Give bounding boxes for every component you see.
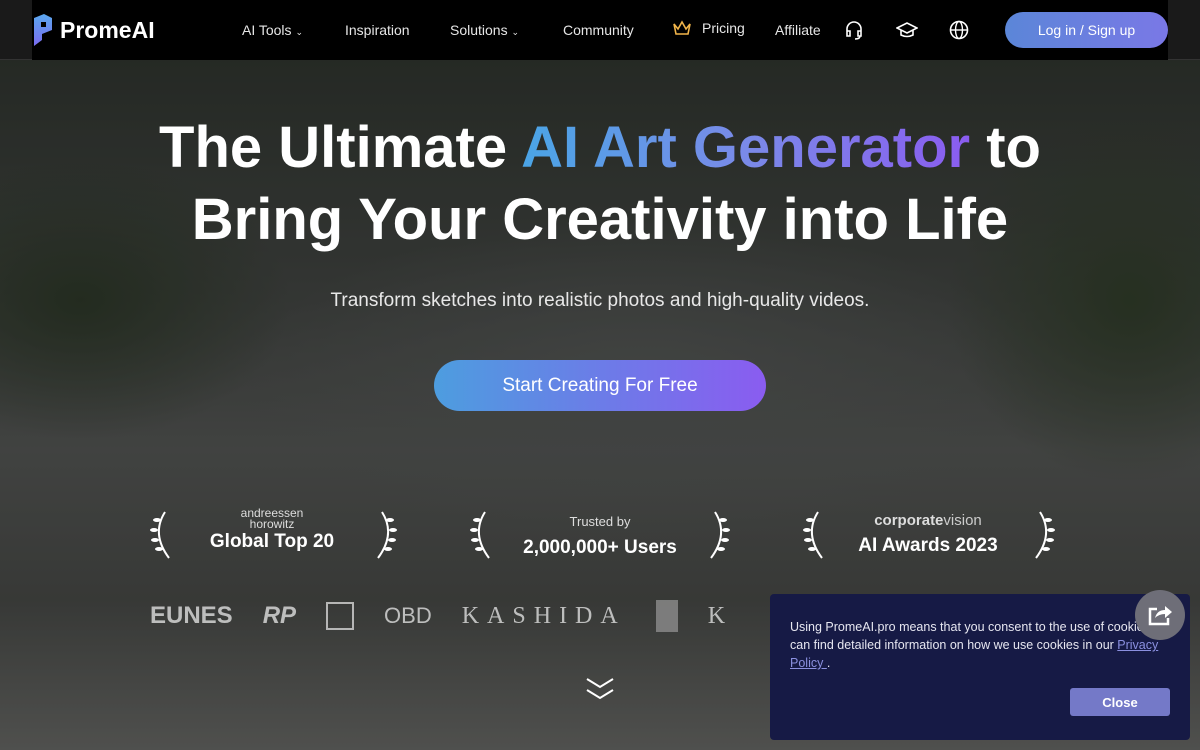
start-creating-button[interactable]: Start Creating For Free xyxy=(434,360,766,411)
brand-logo-square-icon xyxy=(326,602,355,630)
graduation-cap-icon[interactable] xyxy=(896,19,918,41)
laurel-left-icon xyxy=(150,511,170,559)
nav-affiliate[interactable]: Affiliate xyxy=(775,22,821,38)
award-users: Trusted by 2,000,000+ Users xyxy=(523,514,677,558)
hero-subtitle: Transform sketches into realistic photos… xyxy=(330,290,870,311)
laurel-left-icon xyxy=(470,511,490,559)
top-nav: PromeAI AI Tools ⌄ Inspiration Solutions… xyxy=(32,0,1168,60)
crown-icon xyxy=(673,20,691,35)
cookie-consent-banner: Using PromeAI.pro means that you consent… xyxy=(770,594,1190,740)
nav-pricing[interactable]: Pricing xyxy=(672,20,745,36)
share-button[interactable] xyxy=(1135,590,1185,640)
headset-icon[interactable] xyxy=(843,19,865,41)
brand-logo-rp: RP xyxy=(262,602,297,629)
nav-ai-tools[interactable]: AI Tools ⌄ xyxy=(242,22,303,38)
brand-logo-eunes: EUNES xyxy=(150,602,233,629)
laurel-left-icon xyxy=(803,511,823,559)
chevron-down-icon: ⌄ xyxy=(511,27,520,37)
scroll-down-chevron-icon[interactable] xyxy=(585,676,615,702)
nav-solutions[interactable]: Solutions ⌄ xyxy=(450,22,519,38)
chevron-down-icon: ⌄ xyxy=(295,27,303,37)
brand-name: PromeAI xyxy=(60,16,155,43)
nav-community[interactable]: Community xyxy=(563,22,634,38)
hero-title: The Ultimate AI Art Generator to Bring Y… xyxy=(159,115,1041,252)
award-corporate-vision: corporatevision AI Awards 2023 xyxy=(858,512,998,556)
promeai-logo-icon xyxy=(34,14,52,46)
brand-logos-strip: EUNES RP OBD KASHIDA K xyxy=(150,600,725,632)
nav-inspiration[interactable]: Inspiration xyxy=(345,22,410,38)
globe-icon[interactable] xyxy=(948,19,970,41)
brand-logo-obd: OBD xyxy=(384,603,432,628)
brand-logo-k: K xyxy=(707,602,726,629)
laurel-right-icon xyxy=(1035,511,1055,559)
login-signup-button[interactable]: Log in / Sign up xyxy=(1005,12,1168,48)
laurel-right-icon xyxy=(710,511,730,559)
brand-logo-kashida: KASHIDA xyxy=(461,602,626,629)
cookie-text: Using PromeAI.pro means that you consent… xyxy=(790,620,1159,670)
brand-logo[interactable]: PromeAI xyxy=(32,14,242,46)
brand-logo-portrait-icon xyxy=(655,600,678,632)
cookie-close-button[interactable]: Close xyxy=(1070,688,1170,716)
award-a16z: andreessen horowitz Global Top 20 xyxy=(209,506,335,552)
laurel-right-icon xyxy=(377,511,397,559)
share-icon xyxy=(1148,606,1172,626)
hero-title-highlight: AI Art Generator xyxy=(521,115,971,180)
